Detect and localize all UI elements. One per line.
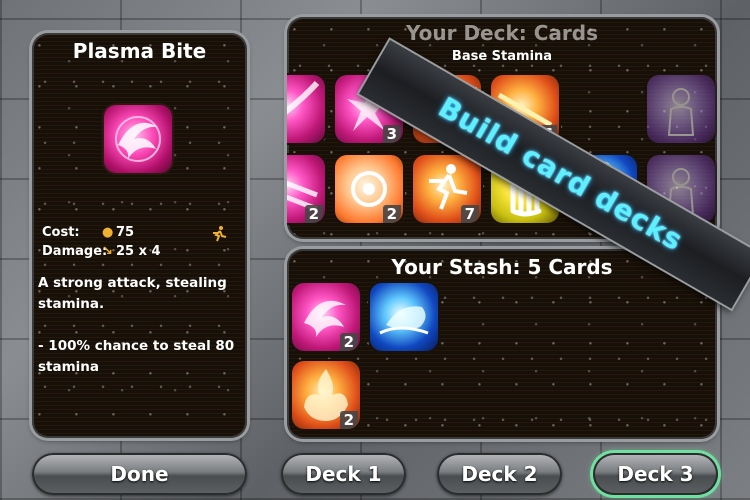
cost-value: 75 bbox=[116, 225, 135, 240]
cost-label: Cost: bbox=[42, 225, 80, 240]
done-button[interactable]: Done bbox=[32, 453, 247, 495]
deck-2-button[interactable]: Deck 2 bbox=[437, 453, 562, 495]
deck-3-button[interactable]: Deck 3 bbox=[593, 453, 718, 495]
stash-card-plasma-bite[interactable]: 2 bbox=[292, 283, 360, 351]
damage-label: Damage: bbox=[42, 244, 108, 259]
card-detail-panel: Plasma Bite Cost: ● 75 Damage:↘ 25 x 4 A st… bbox=[32, 33, 247, 438]
stash-panel: Your Stash: 5 Cards 2 2 bbox=[287, 249, 717, 439]
deck-card-slash-2[interactable]: 2 bbox=[287, 155, 325, 223]
runner-icon bbox=[210, 225, 228, 247]
deck-1-button[interactable]: Deck 1 bbox=[281, 453, 406, 495]
card-description: A strong attack, stealing stamina. - 100… bbox=[38, 273, 243, 399]
stash-card-water-fist[interactable] bbox=[370, 283, 438, 351]
deck-subtitle: Base Stamina bbox=[451, 49, 553, 64]
description-line-1: A strong attack, stealing stamina. bbox=[38, 275, 227, 312]
deck-card-fire-orb[interactable]: 2 bbox=[335, 155, 403, 223]
deck-card-slash[interactable] bbox=[287, 75, 325, 143]
plasma-bite-icon bbox=[104, 105, 172, 173]
card-name: Plasma Bite bbox=[72, 39, 207, 63]
sword-icon: ↘ bbox=[102, 244, 113, 259]
deck-title: Your Deck: Cards bbox=[406, 21, 598, 45]
damage-value: 25 x 4 bbox=[116, 244, 161, 259]
stamina-drop-icon: ● bbox=[102, 225, 114, 240]
damage-row: Damage:↘ 25 x 4 bbox=[42, 244, 161, 259]
cost-row: Cost: ● 75 bbox=[42, 225, 134, 240]
deck-card-ghost[interactable] bbox=[647, 75, 715, 143]
description-line-2: - 100% chance to steal 80 stamina bbox=[38, 338, 235, 375]
deck-card-runner[interactable]: 7 bbox=[413, 155, 481, 223]
stash-card-fire-burst[interactable]: 2 bbox=[292, 361, 360, 429]
